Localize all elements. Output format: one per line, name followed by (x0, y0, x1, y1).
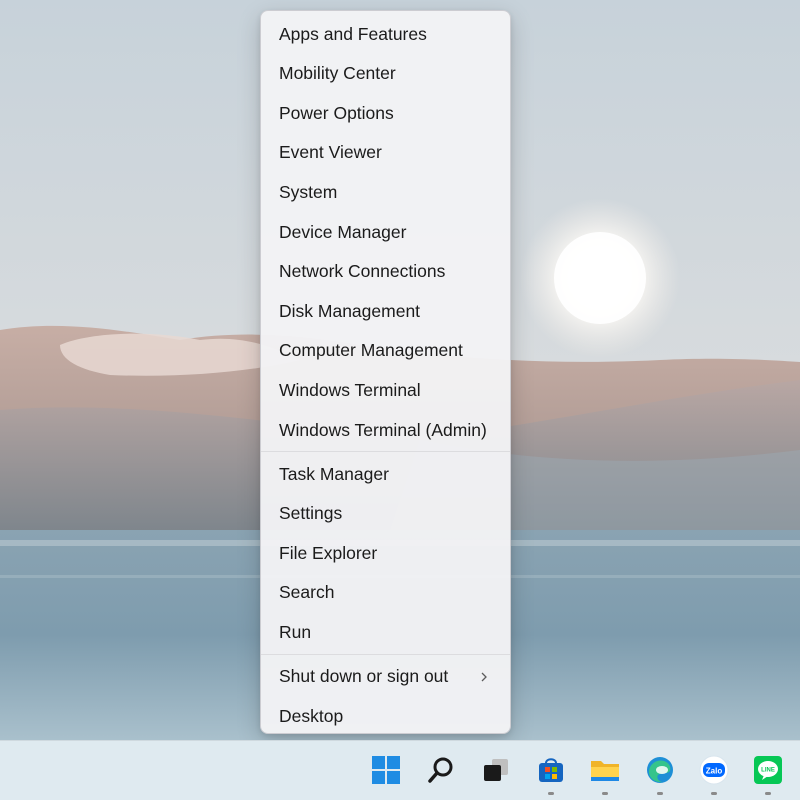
menu-item-mobility-center[interactable]: Mobility Center (265, 57, 506, 91)
menu-divider (261, 653, 510, 655)
menu-item-task-manager[interactable]: Task Manager (265, 457, 506, 491)
menu-item-label: Task Manager (279, 463, 389, 484)
menu-item-network-connections[interactable]: Network Connections (265, 255, 506, 289)
menu-item-event-viewer[interactable]: Event Viewer (265, 136, 506, 170)
task-view-button[interactable] (479, 753, 513, 787)
menu-item-label: Network Connections (279, 261, 446, 282)
task-view-icon (484, 759, 508, 781)
menu-item-label: Computer Management (279, 340, 463, 361)
menu-item-label: File Explorer (279, 542, 378, 563)
microsoft-store-icon (539, 758, 563, 782)
edge-button[interactable] (643, 753, 677, 795)
menu-item-search[interactable]: Search (265, 576, 506, 610)
running-indicator (602, 792, 608, 795)
menu-item-windows-terminal[interactable]: Windows Terminal (265, 373, 506, 407)
edge-icon (647, 757, 673, 783)
menu-item-system[interactable]: System (265, 175, 506, 209)
running-indicator (765, 792, 771, 795)
menu-item-label: Run (279, 622, 312, 642)
file-explorer-icon (591, 761, 619, 781)
running-indicator (711, 792, 717, 795)
menu-item-label: Power Options (279, 102, 394, 123)
menu-item-label: Disk Management (279, 300, 421, 321)
menu-item-file-explorer[interactable]: File Explorer (265, 536, 506, 570)
menu-item-label: Windows Terminal (279, 379, 421, 400)
menu-item-label: Device Manager (279, 221, 407, 242)
menu-item-label: Apps and Features (279, 23, 427, 44)
start-icon (372, 756, 400, 784)
search-button[interactable] (424, 753, 458, 787)
menu-item-run[interactable]: Run (265, 616, 506, 650)
menu-item-label: Mobility Center (279, 63, 396, 84)
start-button[interactable] (369, 753, 403, 787)
search-icon (428, 757, 453, 783)
menu-item-disk-management[interactable]: Disk Management (265, 294, 506, 328)
menu-divider (261, 451, 510, 453)
menu-item-device-manager[interactable]: Device Manager (265, 215, 506, 249)
running-indicator (548, 792, 554, 795)
menu-item-settings[interactable]: Settings (265, 497, 506, 531)
file-explorer-button[interactable] (588, 753, 622, 795)
taskbar: Zalo LINE (0, 740, 800, 800)
menu-item-desktop[interactable]: Desktop (265, 699, 506, 733)
menu-item-computer-management[interactable]: Computer Management (265, 334, 506, 368)
line-button[interactable]: LINE (751, 753, 785, 795)
microsoft-store-button[interactable] (534, 753, 568, 795)
line-icon: LINE (754, 756, 782, 784)
menu-item-label: Desktop (279, 705, 344, 726)
line-label: LINE (761, 768, 775, 774)
winx-context-menu: Apps and Features Mobility Center Power Op… (260, 10, 511, 734)
menu-item-power-options[interactable]: Power Options (265, 96, 506, 130)
zalo-label: Zalo (706, 767, 723, 776)
menu-item-label: Windows Terminal (Admin) (279, 419, 487, 440)
menu-item-windows-terminal-admin[interactable]: Windows Terminal (Admin) (265, 413, 506, 447)
menu-item-label: Search (279, 582, 335, 603)
menu-item-label: Event Viewer (279, 142, 382, 163)
menu-item-label: Settings (279, 503, 343, 524)
zalo-icon: Zalo (699, 755, 729, 785)
menu-item-shut-down-or-sign-out[interactable]: Shut down or sign out (265, 660, 506, 694)
menu-item-label: System (279, 181, 338, 202)
running-indicator (657, 792, 663, 795)
menu-item-label: Shut down or sign out (279, 666, 449, 687)
chevron-right-icon (481, 672, 487, 682)
menu-item-apps-and-features[interactable]: Apps and Features (265, 17, 506, 51)
zalo-button[interactable]: Zalo (697, 753, 731, 795)
